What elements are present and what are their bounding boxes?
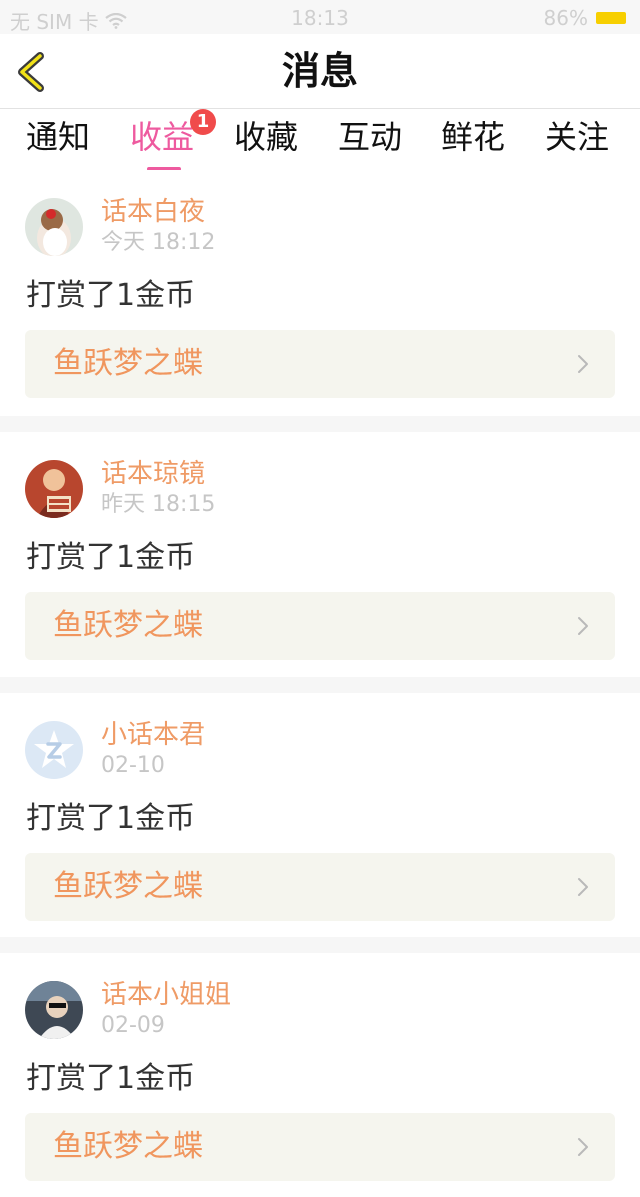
list-item: 话本琼镜 昨天 18:15 打赏了1金币 鱼跃梦之蝶: [0, 432, 640, 676]
avatar-image: [25, 981, 83, 1039]
chevron-right-icon: [578, 617, 588, 635]
username[interactable]: 小话本君: [101, 719, 205, 751]
message-text: 打赏了1金币: [26, 1061, 196, 1096]
battery-info: 86%: [544, 6, 626, 30]
tab-label: 互动: [338, 118, 403, 156]
tab-interactions[interactable]: 互动: [338, 117, 402, 157]
username[interactable]: 话本白夜: [101, 196, 205, 228]
unread-badge: 1: [190, 109, 216, 135]
book-title: 鱼跃梦之蝶: [53, 608, 203, 643]
message-text: 打赏了1金币: [26, 801, 196, 836]
avatar-image: [25, 460, 83, 518]
list-item: 小话本君 02-10 打赏了1金币 鱼跃梦之蝶: [0, 693, 640, 937]
tab-label: 收益: [130, 118, 195, 156]
tab-flowers[interactable]: 鲜花: [441, 117, 505, 157]
username[interactable]: 话本琼镜: [101, 458, 205, 490]
book-link[interactable]: 鱼跃梦之蝶: [25, 1113, 615, 1181]
book-link[interactable]: 鱼跃梦之蝶: [25, 330, 615, 398]
chevron-right-icon: [578, 878, 588, 896]
battery-percent: 86%: [543, 6, 588, 30]
avatar[interactable]: [25, 981, 83, 1039]
chevron-right-icon: [578, 355, 588, 373]
book-link[interactable]: 鱼跃梦之蝶: [25, 853, 615, 921]
page-title: 消息: [281, 49, 358, 93]
tab-label: 通知: [26, 118, 91, 156]
avatar-image: [25, 198, 83, 256]
divider: [0, 416, 640, 432]
nav-bar: 消息: [0, 34, 640, 109]
tab-bar: 通知 收益 1 收藏 互动 鲜花 关注: [0, 109, 640, 171]
battery-icon: [596, 12, 626, 24]
chevron-right-icon: [578, 1138, 588, 1156]
status-bar: 无 SIM 卡 18:13 86%: [0, 0, 640, 34]
avatar[interactable]: [25, 460, 83, 518]
timestamp: 02-10: [101, 753, 165, 778]
divider: [0, 677, 640, 693]
book-title: 鱼跃梦之蝶: [53, 346, 203, 381]
list-item: 话本白夜 今天 18:12 打赏了1金币 鱼跃梦之蝶: [0, 170, 640, 414]
message-text: 打赏了1金币: [26, 540, 196, 575]
book-title: 鱼跃梦之蝶: [53, 1129, 203, 1164]
tab-label: 关注: [545, 118, 610, 156]
list-item: 话本小姐姐 02-09 打赏了1金币 鱼跃梦之蝶: [0, 953, 640, 1197]
tab-favorites[interactable]: 收藏: [234, 117, 298, 157]
tab-label: 鲜花: [441, 118, 506, 156]
message-text: 打赏了1金币: [26, 278, 196, 313]
book-link[interactable]: 鱼跃梦之蝶: [25, 592, 615, 660]
avatar[interactable]: [25, 198, 83, 256]
avatar-image: [25, 721, 83, 779]
tab-notifications[interactable]: 通知: [26, 117, 90, 157]
tab-label: 收藏: [234, 118, 299, 156]
tab-earnings[interactable]: 收益 1: [130, 109, 216, 171]
book-title: 鱼跃梦之蝶: [53, 869, 203, 904]
divider: [0, 937, 640, 953]
avatar[interactable]: [25, 721, 83, 779]
timestamp: 02-09: [101, 1013, 165, 1038]
username[interactable]: 话本小姐姐: [101, 979, 231, 1011]
tab-following[interactable]: 关注: [545, 117, 609, 157]
timestamp: 今天 18:12: [101, 230, 216, 255]
timestamp: 昨天 18:15: [101, 492, 216, 517]
